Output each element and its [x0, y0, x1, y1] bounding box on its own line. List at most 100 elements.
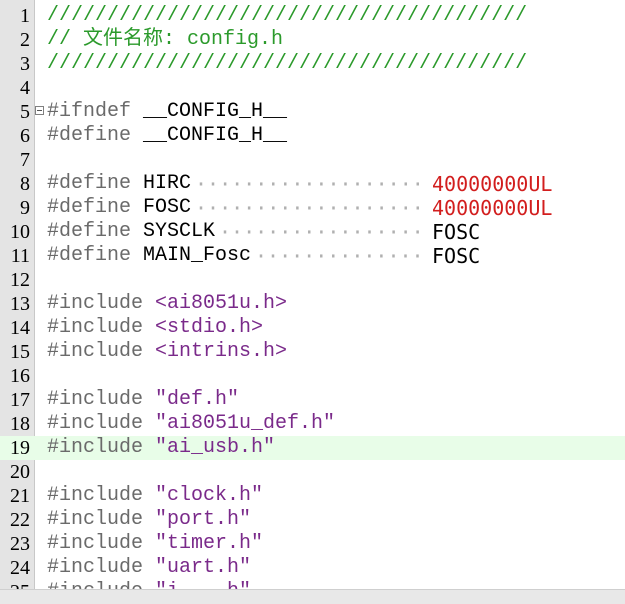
code-text: #include <intrins.h> [47, 340, 287, 364]
code-line[interactable]: 12 [0, 268, 625, 292]
fold-collapse-icon[interactable] [35, 106, 44, 115]
code-token: #define [47, 220, 144, 243]
code-text: #include "def.h" [47, 388, 239, 412]
line-number: 17 [10, 389, 30, 411]
code-line[interactable]: 21 #include "clock.h" [0, 484, 625, 508]
line-number: 8 [20, 173, 30, 195]
code-line[interactable]: 3 ///////////////////////////////////////… [0, 52, 625, 76]
macro-value: FOSC [432, 220, 481, 244]
line-number: 11 [10, 245, 30, 267]
code-text: #include "timer.h" [47, 532, 263, 556]
code-line[interactable]: 23 #include "timer.h" [0, 532, 625, 556]
code-text: //////////////////////////////////////// [47, 4, 527, 28]
code-text: #define __CONFIG_H__ [47, 124, 287, 148]
code-text: // 文件名称: config.h [47, 28, 283, 52]
code-line[interactable]: 8 #define HIRC···························… [0, 172, 625, 196]
line-number: 9 [20, 197, 30, 219]
code-line[interactable]: 9 #define FOSC···························… [0, 196, 625, 220]
code-token: #include [47, 484, 156, 507]
code-text: #define MAIN_Fosc [47, 244, 251, 268]
code-line[interactable]: 11 #define MAIN_Fosc·····················… [0, 244, 625, 268]
line-number: 15 [10, 341, 30, 363]
line-number: 12 [10, 269, 30, 291]
code-token: //////////////////////////////////////// [47, 52, 528, 75]
code-line[interactable]: 22 #include "port.h" [0, 508, 625, 532]
code-token: __CONFIG_H__ [143, 100, 288, 123]
code-line[interactable]: 6 #define __CONFIG_H__ [0, 124, 625, 148]
code-token: FOSC [143, 196, 192, 219]
code-line[interactable]: 13 #include <ai8051u.h> [0, 292, 625, 316]
code-text: #define FOSC [47, 196, 191, 220]
code-line[interactable]: 15 #include <intrins.h> [0, 340, 625, 364]
code-token: #include [47, 316, 156, 339]
code-editor[interactable]: 1 ///////////////////////////////////////… [0, 0, 625, 589]
code-token: #define [47, 244, 144, 267]
code-token: "timer.h" [155, 532, 264, 555]
code-line[interactable]: 7 [0, 148, 625, 172]
code-token: __CONFIG_H__ [143, 124, 288, 147]
code-token: #include [47, 532, 156, 555]
code-text: #include <stdio.h> [47, 316, 263, 340]
code-token: #include [47, 412, 156, 435]
macro-value: FOSC [432, 244, 481, 268]
whitespace-dots: ········································ [219, 220, 428, 244]
line-number: 13 [10, 293, 30, 315]
code-token: SYSCLK [143, 220, 216, 243]
code-text: #include "clock.h" [47, 484, 263, 508]
code-token: #define [47, 172, 144, 195]
code-text: //////////////////////////////////////// [47, 52, 527, 76]
code-line[interactable]: 20 [0, 460, 625, 484]
code-token: #define [47, 124, 144, 147]
code-line[interactable]: 10 #define SYSCLK························… [0, 220, 625, 244]
code-line[interactable]: 16 [0, 364, 625, 388]
line-number: 1 [20, 5, 30, 27]
line-number: 25 [0, 580, 30, 589]
line-number: 18 [10, 413, 30, 435]
line-number: 20 [10, 461, 30, 483]
code-token: #define [47, 196, 144, 219]
code-text: #include "ai8051u_def.h" [47, 412, 335, 436]
code-token: #include [47, 436, 156, 459]
whitespace-dots: ········································ [255, 244, 428, 268]
code-token: // 文件名称: config.h [47, 28, 284, 51]
line-number: 16 [10, 365, 30, 387]
code-line[interactable]: 18 #include "ai8051u_def.h" [0, 412, 625, 436]
line-number: 6 [20, 125, 30, 147]
code-text: #ifndef __CONFIG_H__ [47, 100, 287, 124]
line-number: 2 [20, 29, 30, 51]
code-text: #define SYSCLK [47, 220, 215, 244]
code-text: #define HIRC [47, 172, 191, 196]
code-line[interactable]: 5 #ifndef __CONFIG_H__ [0, 100, 625, 124]
code-token: #include [47, 340, 156, 363]
whitespace-dots: ········································ [195, 196, 428, 220]
horizontal-scrollbar[interactable] [0, 589, 625, 604]
code-line[interactable]: 19 #include "ai_usb.h" [0, 436, 625, 460]
code-line[interactable]: 2 // 文件名称: config.h [0, 28, 625, 52]
code-text: #include "port.h" [47, 508, 251, 532]
line-number: 5 [20, 101, 30, 123]
code-token: MAIN_Fosc [143, 244, 252, 267]
code-token: "i....h" [155, 580, 251, 589]
code-token: <stdio.h> [155, 316, 264, 339]
code-line[interactable]: 1 ///////////////////////////////////////… [0, 4, 625, 28]
code-line[interactable]: 24 #include "uart.h" [0, 556, 625, 580]
code-text: #include "uart.h" [47, 556, 251, 580]
code-token: #include [47, 580, 155, 589]
code-line[interactable]: 17 #include "def.h" [0, 388, 625, 412]
code-line[interactable]: 4 [0, 76, 625, 100]
code-text: #include <ai8051u.h> [47, 292, 287, 316]
code-token: #include [47, 508, 156, 531]
code-token: #include [47, 556, 156, 579]
code-line[interactable]: 25 #include "i....h" [0, 580, 625, 589]
code-line[interactable]: 14 #include <stdio.h> [0, 316, 625, 340]
line-number: 4 [20, 77, 30, 99]
line-number: 7 [20, 149, 30, 171]
code-token: <intrins.h> [155, 340, 288, 363]
macro-value: 40000000UL [432, 172, 553, 196]
macro-value: 40000000UL [432, 196, 553, 220]
code-token: #include [47, 292, 156, 315]
code-token: //////////////////////////////////////// [47, 4, 528, 27]
code-token: HIRC [143, 172, 192, 195]
code-token: "ai8051u_def.h" [155, 412, 336, 435]
code-token: #include [47, 388, 156, 411]
